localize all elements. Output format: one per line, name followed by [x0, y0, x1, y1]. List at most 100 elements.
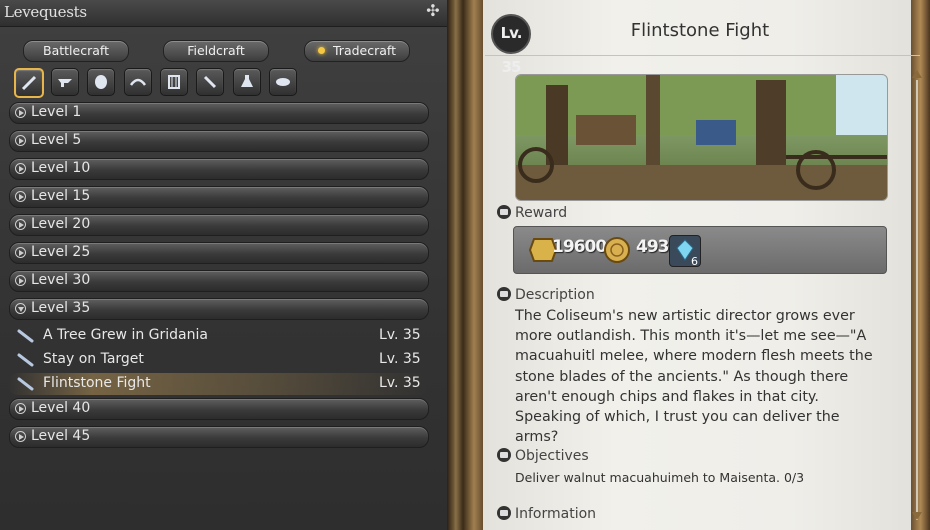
expand-arrow-icon: [15, 191, 26, 202]
book-icon: [497, 287, 511, 301]
job-goldsmith-button[interactable]: [124, 68, 152, 96]
level-label: Level 15: [31, 188, 91, 204]
job-carpenter-button[interactable]: [14, 68, 44, 98]
divider-line: [485, 55, 920, 56]
weaver-icon: [203, 75, 217, 89]
forest-town-illustration: [516, 75, 887, 200]
quest-banner-image: [515, 74, 888, 201]
carpenter-icon: [21, 75, 37, 91]
crystal-quantity: 6: [691, 255, 698, 268]
carpenter-icon: [17, 353, 34, 367]
level-5-header[interactable]: Level 5: [9, 130, 429, 152]
job-leatherworker-button[interactable]: [160, 68, 188, 96]
quest-item[interactable]: A Tree Grew in Gridania Lv. 35: [8, 325, 428, 347]
levequest-list-panel: Levequests ✣ Battlecraft Fieldcraft Trad…: [0, 0, 447, 530]
expand-arrow-icon: [15, 107, 26, 118]
job-alchemist-button[interactable]: [233, 68, 261, 96]
objectives-label: Objectives: [515, 448, 589, 464]
quest-level: Lv. 35: [379, 327, 421, 343]
quest-level: Lv. 35: [379, 351, 421, 367]
goldsmith-icon: [129, 78, 147, 86]
expand-arrow-icon: [15, 275, 26, 286]
reward-label: Reward: [515, 205, 568, 221]
quest-objective: Deliver walnut macuahuimeh to Maisenta. …: [515, 470, 805, 485]
selected-indicator-icon: [318, 47, 325, 54]
gil-coin-icon: [604, 237, 630, 263]
quest-name: Flintstone Fight: [43, 375, 151, 391]
carpenter-icon: [17, 329, 34, 343]
tab-label: Fieldcraft: [187, 43, 245, 58]
objective-icon: [497, 448, 511, 462]
description-label: Description: [515, 287, 595, 303]
expand-arrow-icon: [15, 403, 26, 414]
level-label: Level 35: [31, 300, 91, 316]
collapse-arrow-icon: [15, 303, 26, 314]
scroll-up-icon[interactable]: [912, 70, 922, 78]
scroll-down-icon[interactable]: [912, 512, 922, 520]
information-label: Information: [515, 506, 597, 522]
description-section-label: Description: [497, 287, 595, 303]
quest-item-selected[interactable]: Flintstone Fight Lv. 35: [8, 373, 428, 395]
expand-arrow-icon: [15, 135, 26, 146]
level-label: Level 10: [31, 160, 91, 176]
ornate-frame-left: [463, 0, 485, 530]
information-section-label: Information: [497, 506, 596, 522]
window-titlebar[interactable]: Levequests ✣: [0, 0, 447, 27]
expand-arrow-icon: [15, 247, 26, 258]
quest-title: Flintstone Fight: [630, 20, 770, 41]
detail-scrollbar[interactable]: [912, 70, 922, 520]
window-title: Levequests: [4, 3, 87, 21]
level-badge: Lv. 35: [491, 14, 531, 76]
exp-reward-value: 19600: [552, 237, 607, 257]
expand-arrow-icon: [15, 219, 26, 230]
level-45-header[interactable]: Level 45: [9, 426, 429, 448]
job-armorer-button[interactable]: [87, 68, 115, 96]
alchemist-icon: [241, 75, 253, 87]
level-label: Level 40: [31, 400, 91, 416]
close-icon[interactable]: ✣: [424, 2, 442, 20]
quest-item[interactable]: Stay on Target Lv. 35: [8, 349, 428, 371]
crystal-item-slot[interactable]: 6: [669, 235, 701, 268]
scroll-track[interactable]: [916, 80, 918, 520]
level-label: Level 20: [31, 216, 91, 232]
carpenter-icon: [17, 377, 34, 391]
level-label: Level 1: [31, 104, 82, 120]
gil-reward-value: 493: [636, 237, 669, 257]
job-blacksmith-button[interactable]: [51, 68, 79, 96]
level-label: Level 5: [31, 132, 82, 148]
tab-fieldcraft[interactable]: Fieldcraft: [163, 40, 269, 62]
quest-level: Lv. 35: [379, 375, 421, 391]
tab-tradecraft[interactable]: Tradecraft: [304, 40, 410, 62]
level-20-header[interactable]: Level 20: [9, 214, 429, 236]
armorer-icon: [95, 75, 107, 89]
level-40-header[interactable]: Level 40: [9, 398, 429, 420]
quest-name: Stay on Target: [43, 351, 144, 367]
tab-label: Battlecraft: [43, 43, 109, 58]
reward-icon: [497, 205, 511, 219]
level-label: Level 25: [31, 244, 91, 260]
objectives-section-label: Objectives: [497, 448, 589, 464]
expand-arrow-icon: [15, 431, 26, 442]
reward-section-label: Reward: [497, 205, 567, 221]
leatherworker-icon: [168, 75, 180, 89]
level-10-header[interactable]: Level 10: [9, 158, 429, 180]
tab-label: Tradecraft: [333, 43, 396, 58]
level-15-header[interactable]: Level 15: [9, 186, 429, 208]
quest-description: The Coliseum's new artistic director gro…: [515, 308, 873, 446]
tab-battlecraft[interactable]: Battlecraft: [23, 40, 129, 62]
blacksmith-icon: [58, 79, 72, 87]
level-label: Level 30: [31, 272, 91, 288]
quest-name: A Tree Grew in Gridania: [43, 327, 208, 343]
reward-box: 19600 493 6: [513, 226, 887, 274]
culinarian-icon: [276, 78, 290, 86]
job-culinarian-button[interactable]: [269, 68, 297, 96]
job-weaver-button[interactable]: [196, 68, 224, 96]
level-35-header[interactable]: Level 35: [9, 298, 429, 320]
level-25-header[interactable]: Level 25: [9, 242, 429, 264]
info-icon: [497, 506, 511, 520]
panel-divider: [447, 0, 463, 530]
level-30-header[interactable]: Level 30: [9, 270, 429, 292]
expand-arrow-icon: [15, 163, 26, 174]
level-label: Level 45: [31, 428, 91, 444]
level-1-header[interactable]: Level 1: [9, 102, 429, 124]
